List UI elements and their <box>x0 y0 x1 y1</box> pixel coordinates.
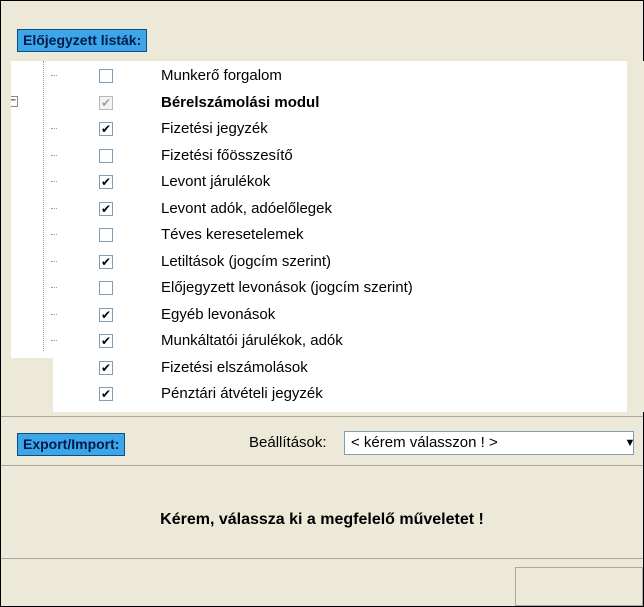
tree-item-label: Fizetési jegyzék <box>161 120 268 137</box>
tree-connector <box>51 75 57 76</box>
tree-item-label: Fizetési elszámolások <box>161 358 308 376</box>
tree-item[interactable]: Egyéb levonások <box>11 302 627 328</box>
tree-item[interactable]: − Bérelszámolási modul <box>11 90 627 116</box>
tree-connector <box>51 260 57 262</box>
tree-item[interactable]: Levont járulékok <box>11 169 627 195</box>
tree-item-label: Munkáltatói járulékok, adók <box>161 332 343 349</box>
tree-connector <box>51 313 57 315</box>
tree-connector <box>51 207 57 209</box>
collapse-icon[interactable]: − <box>11 95 18 107</box>
chevron-down-icon[interactable]: ▼ <box>623 432 637 454</box>
checkbox[interactable] <box>99 254 113 269</box>
checkbox[interactable] <box>99 360 113 375</box>
checkbox[interactable] <box>99 334 113 348</box>
tree-item-label: Levont járulékok <box>161 173 271 190</box>
scheduled-lists-button[interactable]: Előjegyzett listák: <box>17 29 148 52</box>
tree-item-label: Előjegyzett levonások (jogcím szerint) <box>161 279 413 296</box>
tree-item-label: Téves keresetelemek <box>161 226 304 243</box>
tree-item[interactable]: Fizetési főösszesítő <box>11 143 627 169</box>
tree-item[interactable]: Előjegyzett levonások (jogcím szerint) <box>11 275 627 301</box>
checkbox[interactable] <box>99 69 113 83</box>
checkbox[interactable] <box>99 148 113 163</box>
tree-connector <box>51 154 57 156</box>
report-tree: Munkerő forgalom − Bérelszámolási modul Fiz… <box>11 61 627 412</box>
settings-label: Beállítások: <box>249 434 327 451</box>
divider <box>1 558 643 559</box>
checkbox[interactable] <box>99 95 113 110</box>
checkbox[interactable] <box>99 307 113 322</box>
tree-connector <box>51 128 57 129</box>
tree-item-label: Bérelszámolási modul <box>161 93 320 111</box>
tree-connector <box>51 287 57 288</box>
checkbox[interactable] <box>99 122 113 136</box>
checkbox[interactable] <box>99 281 113 295</box>
tree-connector <box>51 340 57 341</box>
settings-select-value: < kérem válasszon ! > <box>351 434 498 451</box>
export-import-button[interactable]: Export/Import: <box>17 433 126 456</box>
divider <box>1 416 643 417</box>
tree-item-label: Letiltások (jogcím szerint) <box>161 252 332 270</box>
tree-gutter <box>11 358 53 412</box>
tree-item[interactable]: Munkáltatói járulékok, adók <box>11 328 627 354</box>
tree-item-label: Levont adók, adóelőlegek <box>161 199 332 217</box>
tree-item[interactable]: Fizetési elszámolások <box>11 355 627 381</box>
tree-item-label: Pénztári átvételi jegyzék <box>161 385 323 402</box>
tree-connector <box>51 181 57 182</box>
main-window: Előjegyzett listák: Munkerő forgalom − Bér… <box>0 0 644 607</box>
settings-select[interactable]: < kérem válasszon ! > ▼ <box>344 431 637 455</box>
checkbox[interactable] <box>99 228 113 242</box>
tree-item[interactable]: Téves keresetelemek <box>11 222 627 248</box>
checkbox[interactable] <box>99 201 113 216</box>
tree-item[interactable]: Letiltások (jogcím szerint) <box>11 249 627 275</box>
tree-item-label: Egyéb levonások <box>161 305 276 323</box>
tree-item-label: Munkerő forgalom <box>161 67 282 84</box>
divider <box>1 465 643 466</box>
checkbox[interactable] <box>99 175 113 189</box>
tree-item-label: Fizetési főösszesítő <box>161 146 293 164</box>
tree-connector <box>51 234 57 235</box>
tree-item[interactable]: Levont adók, adóelőlegek <box>11 196 627 222</box>
tree-item[interactable]: Fizetési jegyzék <box>11 116 627 142</box>
tree-scrollbar[interactable] <box>627 61 644 412</box>
tree-item[interactable]: Munkerő forgalom <box>11 63 627 89</box>
status-message: Kérem, válassza ki a megfelelő műveletet… <box>160 511 484 528</box>
tree-item[interactable]: Pénztári átvételi jegyzék <box>11 381 627 407</box>
status-panel <box>515 567 643 606</box>
checkbox[interactable] <box>99 387 113 401</box>
